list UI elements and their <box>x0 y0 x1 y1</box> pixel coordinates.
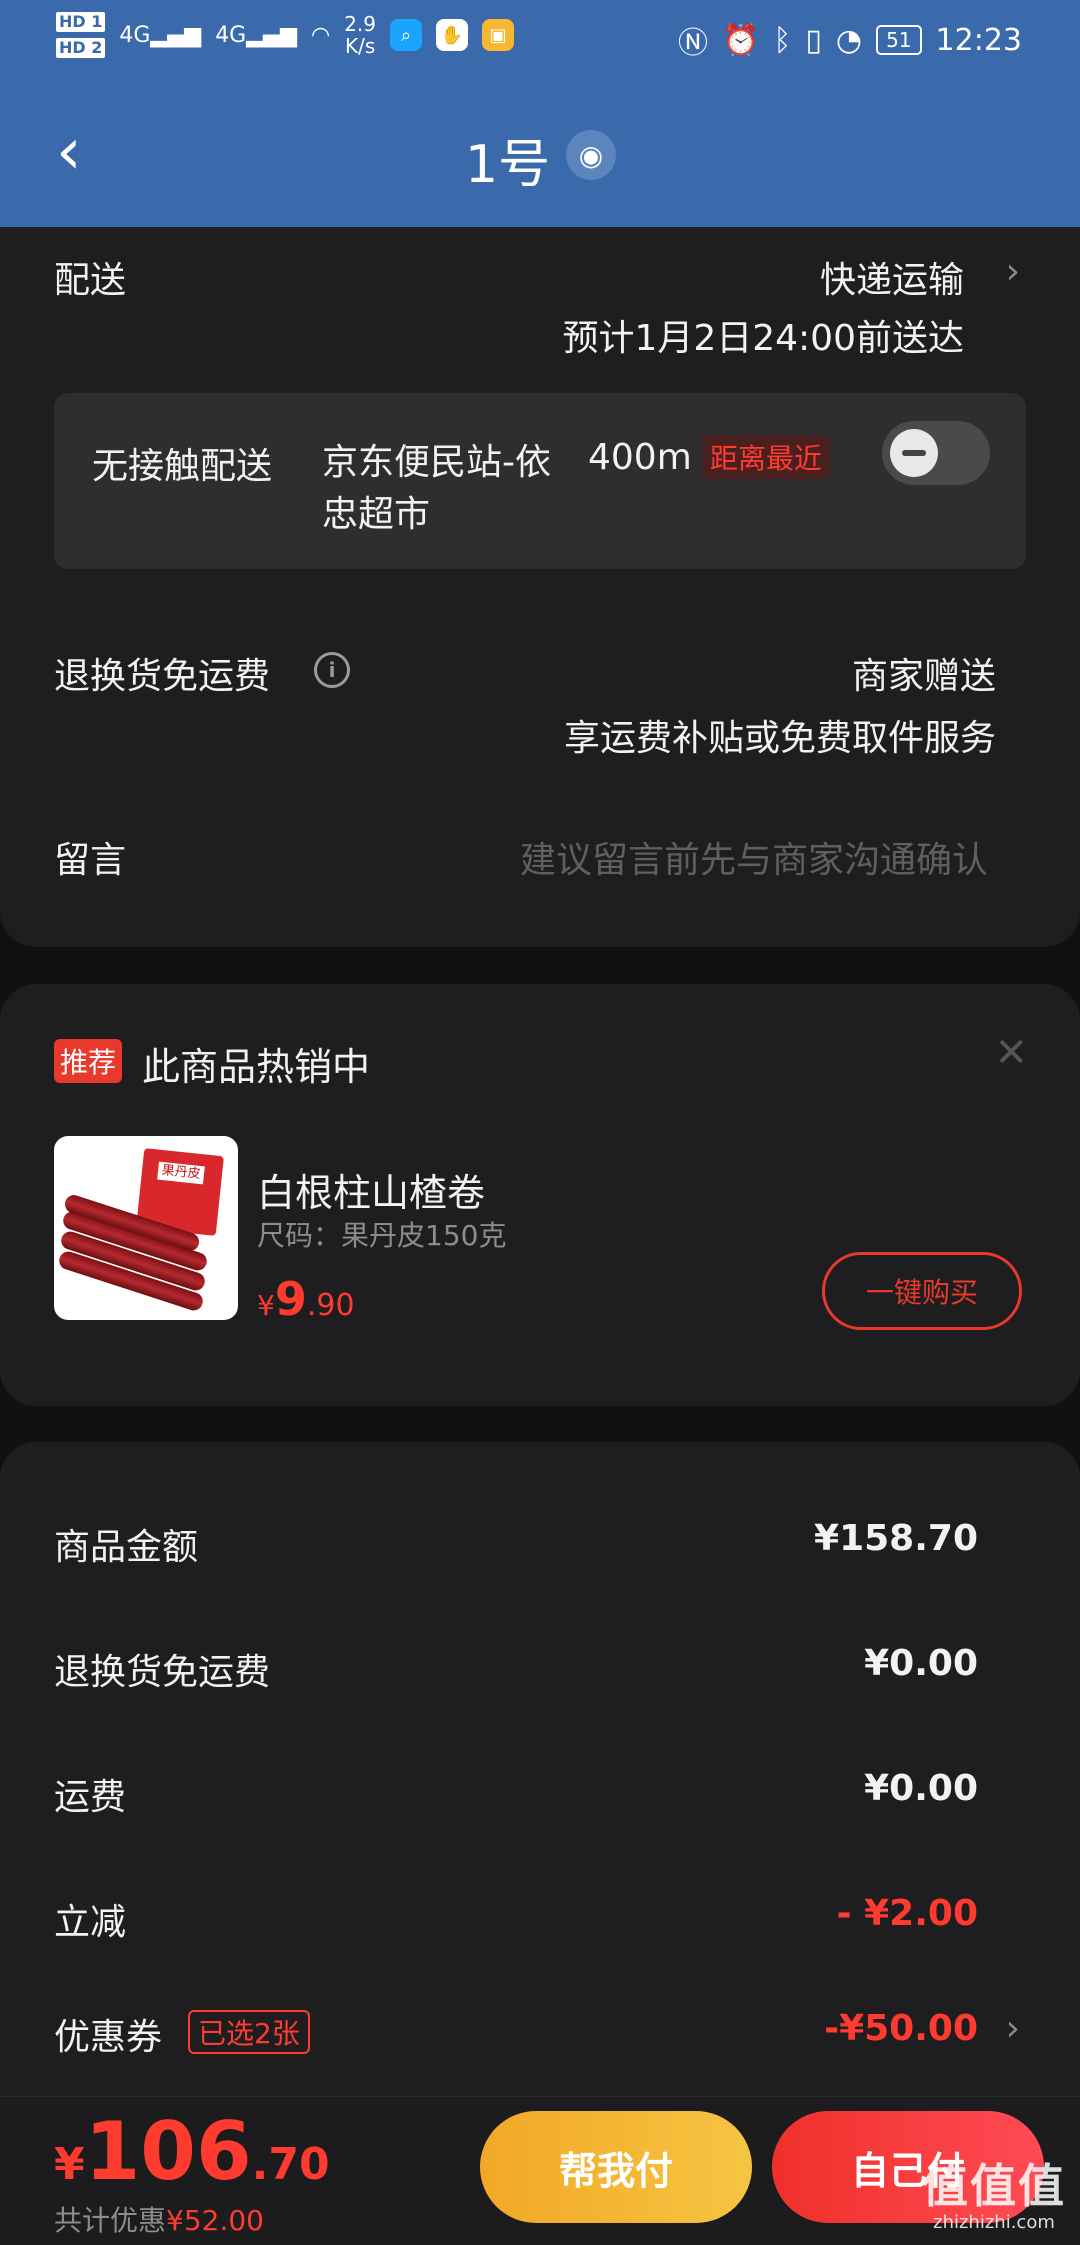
delivery-eta: 预计1月2日24:00前送达 <box>562 318 964 359</box>
summary-value: ¥0.00 <box>864 1768 978 1809</box>
signal-icon-2: 4G▂▄▆ <box>215 22 297 48</box>
station-distance: 400m <box>588 437 692 478</box>
chevron-right-icon[interactable]: › <box>1006 2008 1020 2049</box>
hand-app-icon: ✋ <box>436 19 469 51</box>
price-decimal: .90 <box>306 1288 355 1323</box>
coupon-selected-tag: 已选2张 <box>188 2010 310 2054</box>
page-title: 1号 <box>465 135 551 195</box>
sim-indicators: HD 1 HD 2 <box>56 12 106 58</box>
coupon-row[interactable]: 优惠券 已选2张 -¥50.00 <box>54 2008 978 2058</box>
price-integer: 9 <box>274 1272 307 1326</box>
location-pin-icon[interactable]: ◉ <box>566 130 616 180</box>
message-label: 留言 <box>54 840 127 881</box>
status-bar: HD 1 HD 2 4G▂▄▆ 4G▂▄▆ ◠ 2.9 K/s ⌕ ✋ ▣ Ⓝ … <box>0 0 1080 84</box>
total-decimal: .70 <box>251 2139 330 2190</box>
watermark-text: 值值值 <box>922 2159 1066 2213</box>
total-savings: 共计优惠¥52.00 <box>54 2199 264 2239</box>
delivery-card: 配送 快递运输 › 预计1月2日24:00前送达 无接触配送 京东便民站-依忠超… <box>0 227 1080 947</box>
wifi-icon: ◠ <box>311 22 331 48</box>
watermark-logo: 值值值 zhizhizhi.com <box>922 2150 1066 2233</box>
recommend-title: 此商品热销中 <box>142 1045 371 1089</box>
status-left: HD 1 HD 2 4G▂▄▆ 4G▂▄▆ ◠ 2.9 K/s ⌕ ✋ ▣ <box>56 12 515 58</box>
back-arrow-icon[interactable]: ‹ <box>56 120 82 184</box>
total-currency: ¥ <box>54 2139 85 2190</box>
close-icon[interactable]: ✕ <box>994 1030 1028 1076</box>
net-speed-value: 2.9 <box>344 12 377 36</box>
clock: 12:23 <box>935 22 1022 58</box>
return-shipping-desc: 享运费补贴或免费取件服务 <box>563 718 996 759</box>
delivery-method[interactable]: 快递运输 <box>820 251 964 303</box>
summary-row: 退换货免运费 ¥0.00 <box>54 1643 978 1693</box>
savings-label: 共计优惠 <box>54 2204 167 2237</box>
summary-row: 商品金额 ¥158.70 <box>54 1518 978 1568</box>
summary-value: ¥0.00 <box>864 1643 978 1684</box>
net-speed-unit: K/s <box>344 34 376 58</box>
recommend-card: 推荐 此商品热销中 ✕ 果丹皮 白根柱山楂卷 尺码：果丹皮150克 ¥9.90 … <box>0 984 1080 1406</box>
message-input[interactable]: 建议留言前先与商家沟通确认 <box>520 831 988 883</box>
search-app-icon: ⌕ <box>390 19 423 51</box>
no-contact-delivery-box: 无接触配送 京东便民站-依忠超市 400m 距离最近 <box>54 393 1026 569</box>
summary-label: 立减 <box>54 1902 127 1943</box>
summary-value: ¥158.70 <box>814 1518 978 1559</box>
hd2-badge: HD 2 <box>56 38 106 58</box>
watermark-url: zhizhizhi.com <box>933 2212 1055 2233</box>
product-name[interactable]: 白根柱山楂卷 <box>257 1162 485 1217</box>
vibrate-icon: ▯ <box>805 22 822 58</box>
pickup-station: 京东便民站-依忠超市 <box>322 442 551 535</box>
net-type-1: 4G <box>119 22 151 48</box>
recommend-tag: 推荐 <box>54 1039 123 1083</box>
nfc-icon: Ⓝ <box>678 26 709 61</box>
alarm-icon: ⏰ <box>722 22 760 58</box>
chevron-right-icon[interactable]: › <box>1006 251 1020 292</box>
nav-header: ‹ 1号 ◉ <box>0 84 1080 227</box>
net-speed: 2.9 K/s <box>344 13 376 57</box>
total-integer: 106 <box>84 2105 252 2198</box>
coupon-label: 优惠券 <box>54 2017 163 2058</box>
summary-label: 运费 <box>54 1777 127 1818</box>
status-right: Ⓝ ⏰ ᛒ ▯ ◔ 51 12:23 <box>678 18 1022 62</box>
product-price: ¥9.90 <box>257 1272 355 1326</box>
nearest-tag: 距离最近 <box>702 435 831 479</box>
summary-label: 商品金额 <box>54 1527 199 1568</box>
signal-icon-1: 4G▂▄▆ <box>119 22 202 48</box>
price-summary-card: 商品金额 ¥158.70 退换货免运费 ¥0.00 运费 ¥0.00 立减 - … <box>0 1442 1080 2102</box>
cup-app-icon: ▣ <box>482 19 515 51</box>
summary-row: 立减 - ¥2.00 <box>54 1893 978 1943</box>
product-thumbnail[interactable]: 果丹皮 <box>54 1136 238 1320</box>
battery-icon: 51 <box>876 25 922 55</box>
toggle-knob <box>890 429 938 477</box>
help-me-pay-button[interactable]: 帮我付 <box>480 2111 752 2223</box>
checkout-bar: ¥106.70 共计优惠¥52.00 帮我付 自己付 <box>0 2096 1080 2245</box>
price-currency: ¥ <box>257 1289 275 1322</box>
info-icon[interactable]: i <box>314 652 350 688</box>
no-contact-label: 无接触配送 <box>92 446 273 487</box>
bluetooth-icon: ᛒ <box>773 22 792 58</box>
coupon-value: -¥50.00 <box>824 2008 978 2049</box>
net-type-2: 4G <box>215 22 247 48</box>
return-shipping-value: 商家赠送 <box>851 656 996 697</box>
summary-row: 运费 ¥0.00 <box>54 1768 978 1818</box>
speedometer-icon: ◔ <box>835 22 863 58</box>
hd1-badge: HD 1 <box>56 12 106 32</box>
summary-label: 退换货免运费 <box>54 1652 271 1693</box>
one-click-buy-button[interactable]: 一键购买 <box>822 1252 1022 1330</box>
total-price: ¥106.70 <box>54 2105 330 2198</box>
product-spec: 尺码：果丹皮150克 <box>257 1219 507 1252</box>
no-contact-toggle[interactable] <box>882 421 990 485</box>
discount-value: - ¥2.00 <box>836 1893 978 1934</box>
delivery-label: 配送 <box>54 260 127 301</box>
savings-value: ¥52.00 <box>166 2204 264 2237</box>
return-shipping-label: 退换货免运费 <box>54 656 271 697</box>
